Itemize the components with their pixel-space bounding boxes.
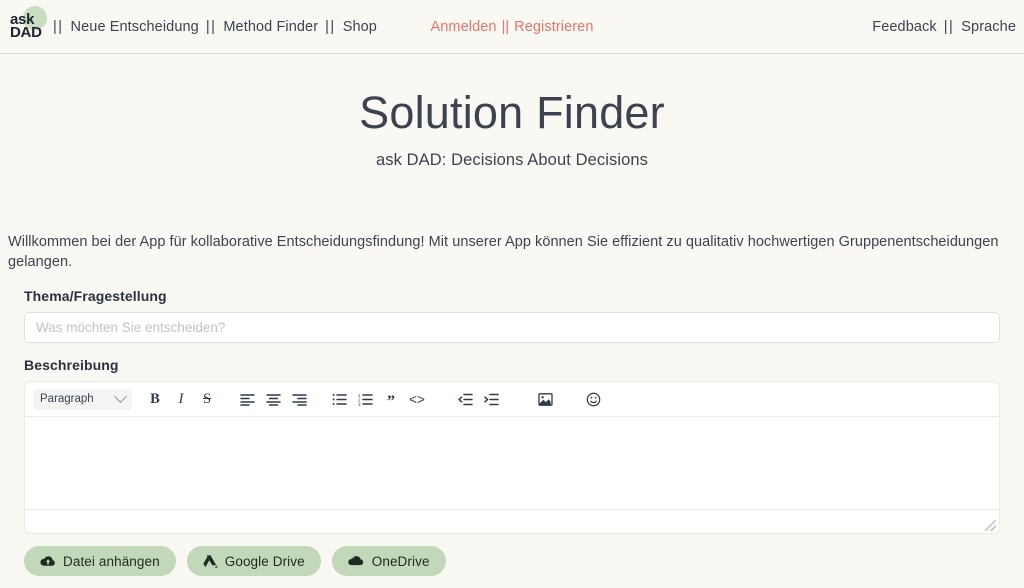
attach-file-button[interactable]: Datei anhängen: [24, 546, 176, 576]
onedrive-label: OneDrive: [371, 553, 430, 569]
nav-separator: ||: [53, 18, 64, 35]
editor-footer: [25, 509, 999, 533]
description-label: Beschreibung: [24, 357, 119, 373]
block-format-value: Paragraph: [40, 393, 94, 405]
indent-button[interactable]: [478, 386, 504, 412]
outdent-button[interactable]: [452, 386, 478, 412]
align-right-button[interactable]: [286, 386, 312, 412]
top-navigation-bar: ask DAD || Neue Entscheidung || Method F…: [0, 0, 1024, 54]
topic-input[interactable]: [24, 312, 1000, 343]
description-textarea[interactable]: [25, 417, 999, 509]
logo[interactable]: ask DAD: [8, 5, 47, 48]
numbered-list-button[interactable]: 1 2 3: [352, 386, 378, 412]
logo-text: ask DAD: [10, 12, 42, 41]
blockquote-button[interactable]: ”: [378, 386, 404, 412]
nav-item-sprache[interactable]: Sprache: [957, 19, 1020, 35]
insert-image-button[interactable]: [532, 386, 558, 412]
nav-separator: ||: [943, 19, 955, 35]
strikethrough-button[interactable]: S: [194, 386, 220, 412]
align-left-button[interactable]: [234, 386, 260, 412]
nav-left-group: ask DAD || Neue Entscheidung || Method F…: [8, 5, 381, 48]
intro-paragraph: Willkommen bei der App für kollaborative…: [8, 234, 999, 271]
cloud-upload-icon: [40, 555, 56, 568]
block-format-select[interactable]: Paragraph: [33, 388, 132, 410]
code-button[interactable]: <>: [404, 386, 430, 412]
italic-button[interactable]: I: [168, 386, 194, 412]
logo-line-2: DAD: [10, 24, 42, 41]
align-center-button[interactable]: [260, 386, 286, 412]
emoji-button[interactable]: [580, 386, 606, 412]
page-subtitle: ask DAD: Decisions About Decisions: [375, 150, 649, 169]
resize-handle[interactable]: [985, 520, 996, 531]
bullet-list-button[interactable]: [326, 386, 352, 412]
login-link[interactable]: Anmelden: [426, 19, 500, 35]
cloud-icon: [348, 555, 365, 567]
attach-file-label: Datei anhängen: [63, 553, 160, 569]
nav-item-shop[interactable]: Shop: [339, 19, 381, 35]
hero-section: Solution Finder ask DAD: Decisions About…: [0, 54, 1024, 170]
page-title: Solution Finder: [359, 87, 665, 138]
svg-text:3: 3: [358, 402, 361, 406]
onedrive-button[interactable]: OneDrive: [331, 546, 446, 576]
google-drive-icon: [203, 554, 218, 568]
google-drive-label: Google Drive: [224, 553, 305, 569]
editor-toolbar: Paragraph B I S 1 2 3 ” <>: [25, 382, 999, 417]
nav-item-method-finder[interactable]: Method Finder: [219, 19, 322, 35]
nav-item-neue-entscheidung[interactable]: Neue Entscheidung: [67, 19, 203, 35]
bold-button[interactable]: B: [142, 386, 168, 412]
nav-auth-separator: ||: [501, 19, 510, 35]
topic-label: Thema/Fragestellung: [24, 288, 167, 304]
nav-item-feedback[interactable]: Feedback: [868, 19, 940, 35]
nav-separator: ||: [325, 18, 336, 35]
decision-form: Thema/Fragestellung Beschreibung Paragra…: [0, 288, 1024, 576]
chevron-down-icon: [114, 389, 127, 403]
nav-right-group: Feedback || Sprache: [868, 0, 1020, 54]
nav-separator: ||: [205, 18, 217, 35]
register-link[interactable]: Registrieren: [510, 19, 597, 35]
attachment-buttons: Datei anhängen Google Drive OneDrive: [24, 546, 1000, 576]
description-editor: Paragraph B I S 1 2 3 ” <>: [24, 381, 1000, 534]
google-drive-button[interactable]: Google Drive: [186, 546, 321, 576]
